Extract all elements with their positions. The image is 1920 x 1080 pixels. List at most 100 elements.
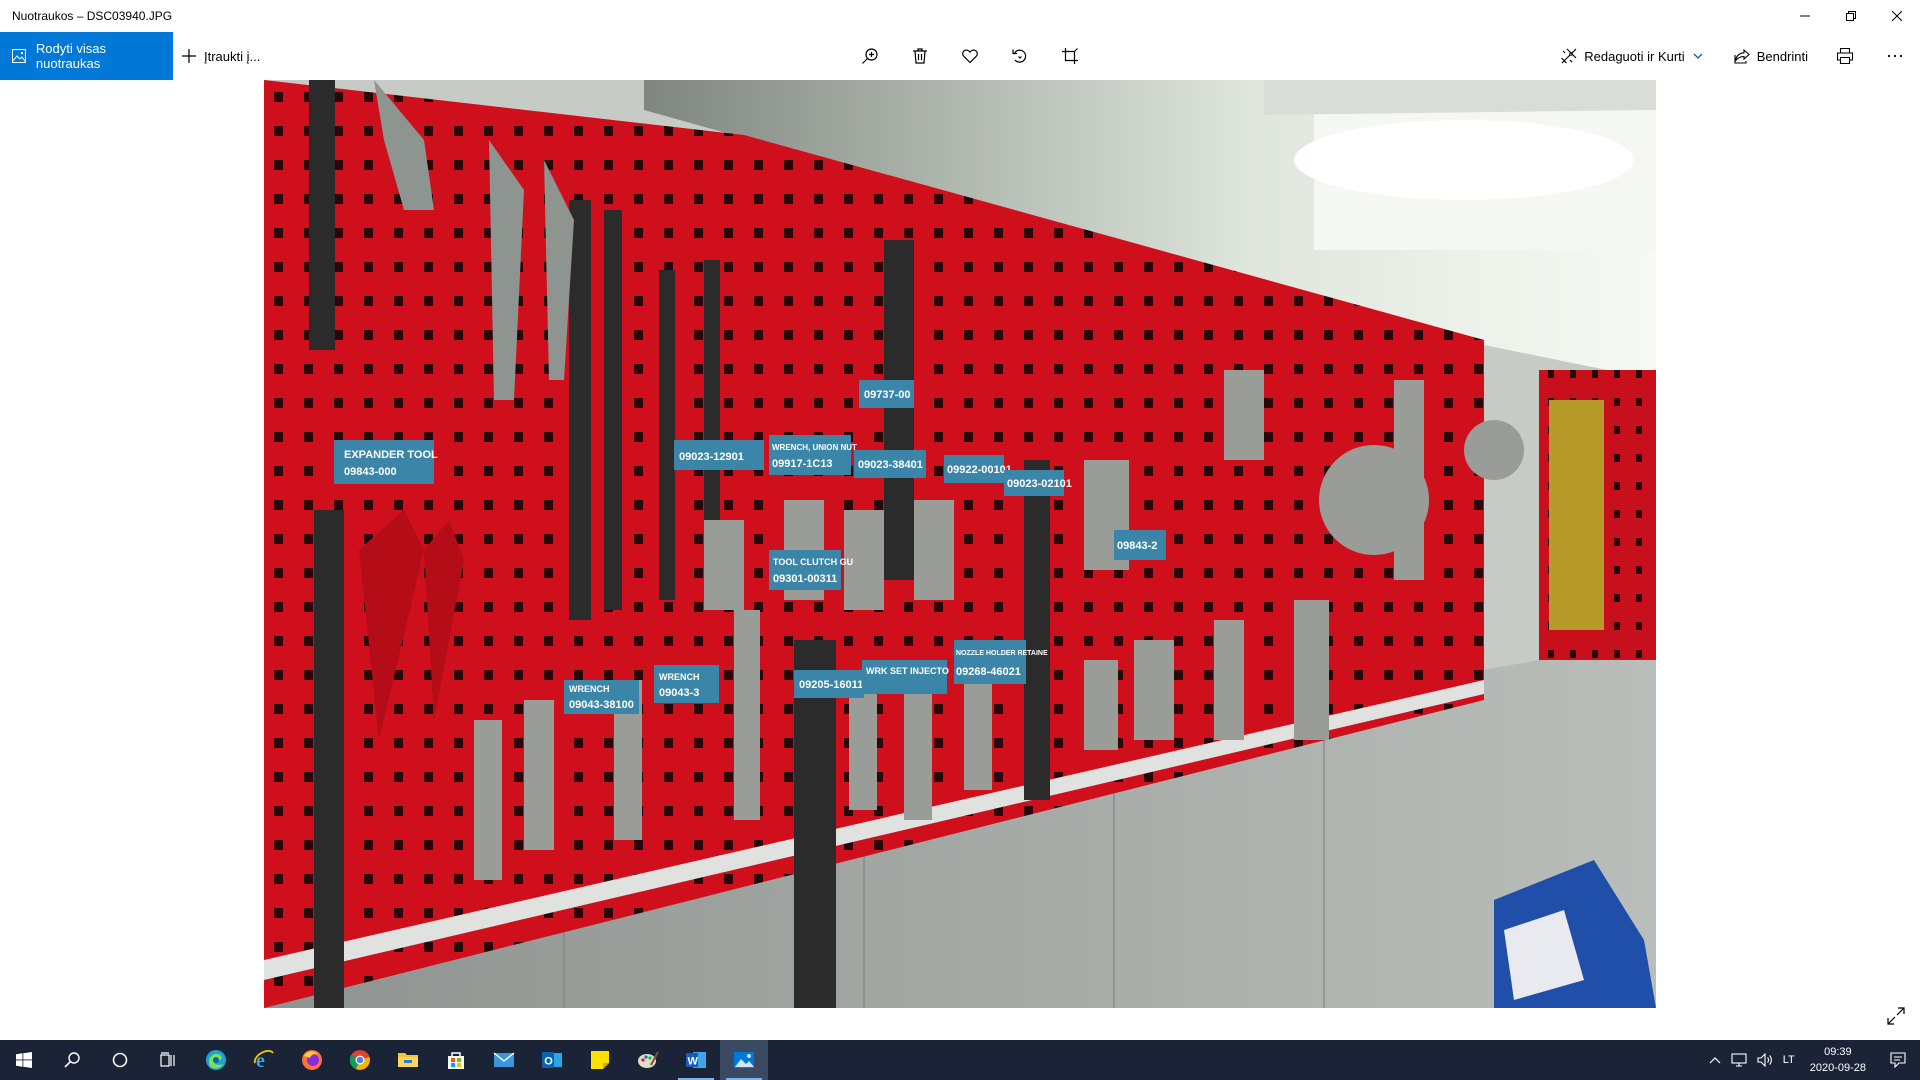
outlook-button[interactable]: O xyxy=(528,1040,576,1080)
displayed-photo[interactable]: EXPANDER TOOL 09843-000 09023-12901 WREN… xyxy=(264,80,1656,1008)
search-icon xyxy=(64,1052,80,1068)
label-nozzle-holder: NOZZLE HOLDER RETAINE xyxy=(956,650,1048,657)
firefox-icon xyxy=(302,1050,322,1070)
label-09922-00101: 09922-00101 xyxy=(947,464,1012,476)
restore-button[interactable] xyxy=(1828,0,1874,32)
network-button[interactable] xyxy=(1726,1040,1752,1080)
add-to-label: Įtraukti į... xyxy=(204,48,261,64)
label-09917-1c13: 09917-1C13 xyxy=(772,458,833,470)
label-09043-38100: 09043-38100 xyxy=(569,699,634,711)
clock[interactable]: 09:39 2020-09-28 xyxy=(1800,1044,1876,1076)
zoom-button[interactable] xyxy=(845,32,895,80)
task-view-icon xyxy=(160,1052,175,1067)
right-tools: Redaguoti ir Kurti Bendrinti xyxy=(1549,32,1920,80)
word-button[interactable]: W xyxy=(672,1040,720,1080)
notifications-icon xyxy=(1890,1052,1906,1068)
taskbar: e O W LT 09:39 2020-09-28 xyxy=(0,1040,1920,1080)
sticky-notes-icon xyxy=(591,1051,609,1069)
system-tray: LT 09:39 2020-09-28 xyxy=(1704,1040,1920,1080)
plus-icon xyxy=(182,49,196,63)
label-09843-000: 09843-000 xyxy=(344,466,397,478)
zoom-in-icon xyxy=(862,48,878,64)
center-tools xyxy=(845,32,1095,80)
edge-button[interactable] xyxy=(192,1040,240,1080)
full-screen-button[interactable] xyxy=(1884,1004,1908,1028)
more-icon xyxy=(1887,54,1903,58)
crop-button[interactable] xyxy=(1045,32,1095,80)
label-wrench-1: WRENCH xyxy=(569,684,610,694)
share-icon xyxy=(1734,48,1750,64)
label-09023-38401: 09023-38401 xyxy=(858,459,923,471)
clock-time: 09:39 xyxy=(1824,1046,1852,1058)
photos-icon xyxy=(12,49,26,63)
file-explorer-icon xyxy=(398,1053,418,1067)
delete-button[interactable] xyxy=(895,32,945,80)
show-hidden-icons-button[interactable] xyxy=(1704,1040,1726,1080)
file-explorer-button[interactable] xyxy=(384,1040,432,1080)
label-09737-00: 09737-00 xyxy=(864,389,911,401)
svg-text:W: W xyxy=(688,1056,699,1068)
volume-button[interactable] xyxy=(1752,1040,1778,1080)
window-title: Nuotraukos – DSC03940.JPG xyxy=(12,9,173,23)
clock-date: 2020-09-28 xyxy=(1809,1062,1866,1074)
delete-icon xyxy=(913,48,927,64)
paint-icon xyxy=(638,1051,659,1068)
store-icon xyxy=(448,1052,464,1069)
start-button[interactable] xyxy=(0,1040,48,1080)
print-icon xyxy=(1837,48,1853,64)
speaker-icon xyxy=(1757,1053,1772,1067)
label-09023-12901: 09023-12901 xyxy=(679,451,744,463)
minimize-icon xyxy=(1800,15,1810,17)
more-options-button[interactable] xyxy=(1870,32,1920,80)
outlook-icon: O xyxy=(542,1052,562,1068)
chrome-icon xyxy=(349,1050,370,1070)
crop-icon xyxy=(1062,48,1078,64)
label-wrench-2: WRENCH xyxy=(659,672,700,682)
mail-icon xyxy=(493,1052,515,1067)
edge-chromium-icon xyxy=(206,1050,226,1070)
workshop-tool-wall-image: EXPANDER TOOL 09843-000 09023-12901 WREN… xyxy=(264,80,1656,1008)
ie-button[interactable]: e xyxy=(240,1040,288,1080)
close-icon xyxy=(1892,11,1902,21)
rotate-icon xyxy=(1012,49,1027,63)
edit-create-icon xyxy=(1561,48,1577,64)
chrome-button[interactable] xyxy=(336,1040,384,1080)
chevron-down-icon xyxy=(1693,53,1703,59)
show-all-photos-button[interactable]: Rodyti visas nuotraukas xyxy=(0,32,173,80)
paint-button[interactable] xyxy=(624,1040,672,1080)
window-controls xyxy=(1782,0,1920,32)
label-09843-2: 09843-2 xyxy=(1117,540,1157,552)
store-button[interactable] xyxy=(432,1040,480,1080)
task-view-button[interactable] xyxy=(144,1040,192,1080)
photos-app-button[interactable] xyxy=(720,1040,768,1080)
edit-create-label: Redaguoti ir Kurti xyxy=(1584,48,1685,64)
label-09043-3: 09043-3 xyxy=(659,687,699,699)
label-expander-tool: EXPANDER TOOL xyxy=(344,449,438,461)
label-09023-02101: 09023-02101 xyxy=(1007,478,1072,490)
mail-button[interactable] xyxy=(480,1040,528,1080)
search-button[interactable] xyxy=(48,1040,96,1080)
edit-create-button[interactable]: Redaguoti ir Kurti xyxy=(1549,32,1721,80)
label-09268-46021: 09268-46021 xyxy=(956,666,1021,678)
action-center-button[interactable] xyxy=(1876,1040,1920,1080)
favorite-button[interactable] xyxy=(945,32,995,80)
share-button[interactable]: Bendrinti xyxy=(1722,32,1820,80)
cortana-button[interactable] xyxy=(96,1040,144,1080)
photos-icon xyxy=(734,1052,754,1068)
close-button[interactable] xyxy=(1874,0,1920,32)
restore-icon xyxy=(1846,11,1856,21)
word-icon: W xyxy=(686,1052,706,1068)
photos-toolbar: Rodyti visas nuotraukas Įtraukti į... Re… xyxy=(0,32,1920,80)
sticky-notes-button[interactable] xyxy=(576,1040,624,1080)
chevron-up-icon xyxy=(1709,1057,1721,1064)
show-all-photos-label: Rodyti visas nuotraukas xyxy=(35,41,106,71)
firefox-button[interactable] xyxy=(288,1040,336,1080)
share-label: Bendrinti xyxy=(1756,48,1808,64)
minimize-button[interactable] xyxy=(1782,0,1828,32)
label-wrk-set-injecto: WRK SET INJECTO xyxy=(866,666,949,676)
label-09301-00311: 09301-00311 xyxy=(773,573,837,585)
language-indicator[interactable]: LT xyxy=(1778,1040,1800,1080)
add-to-button[interactable]: Įtraukti į... xyxy=(182,32,260,80)
print-button[interactable] xyxy=(1820,32,1870,80)
rotate-button[interactable] xyxy=(995,32,1045,80)
